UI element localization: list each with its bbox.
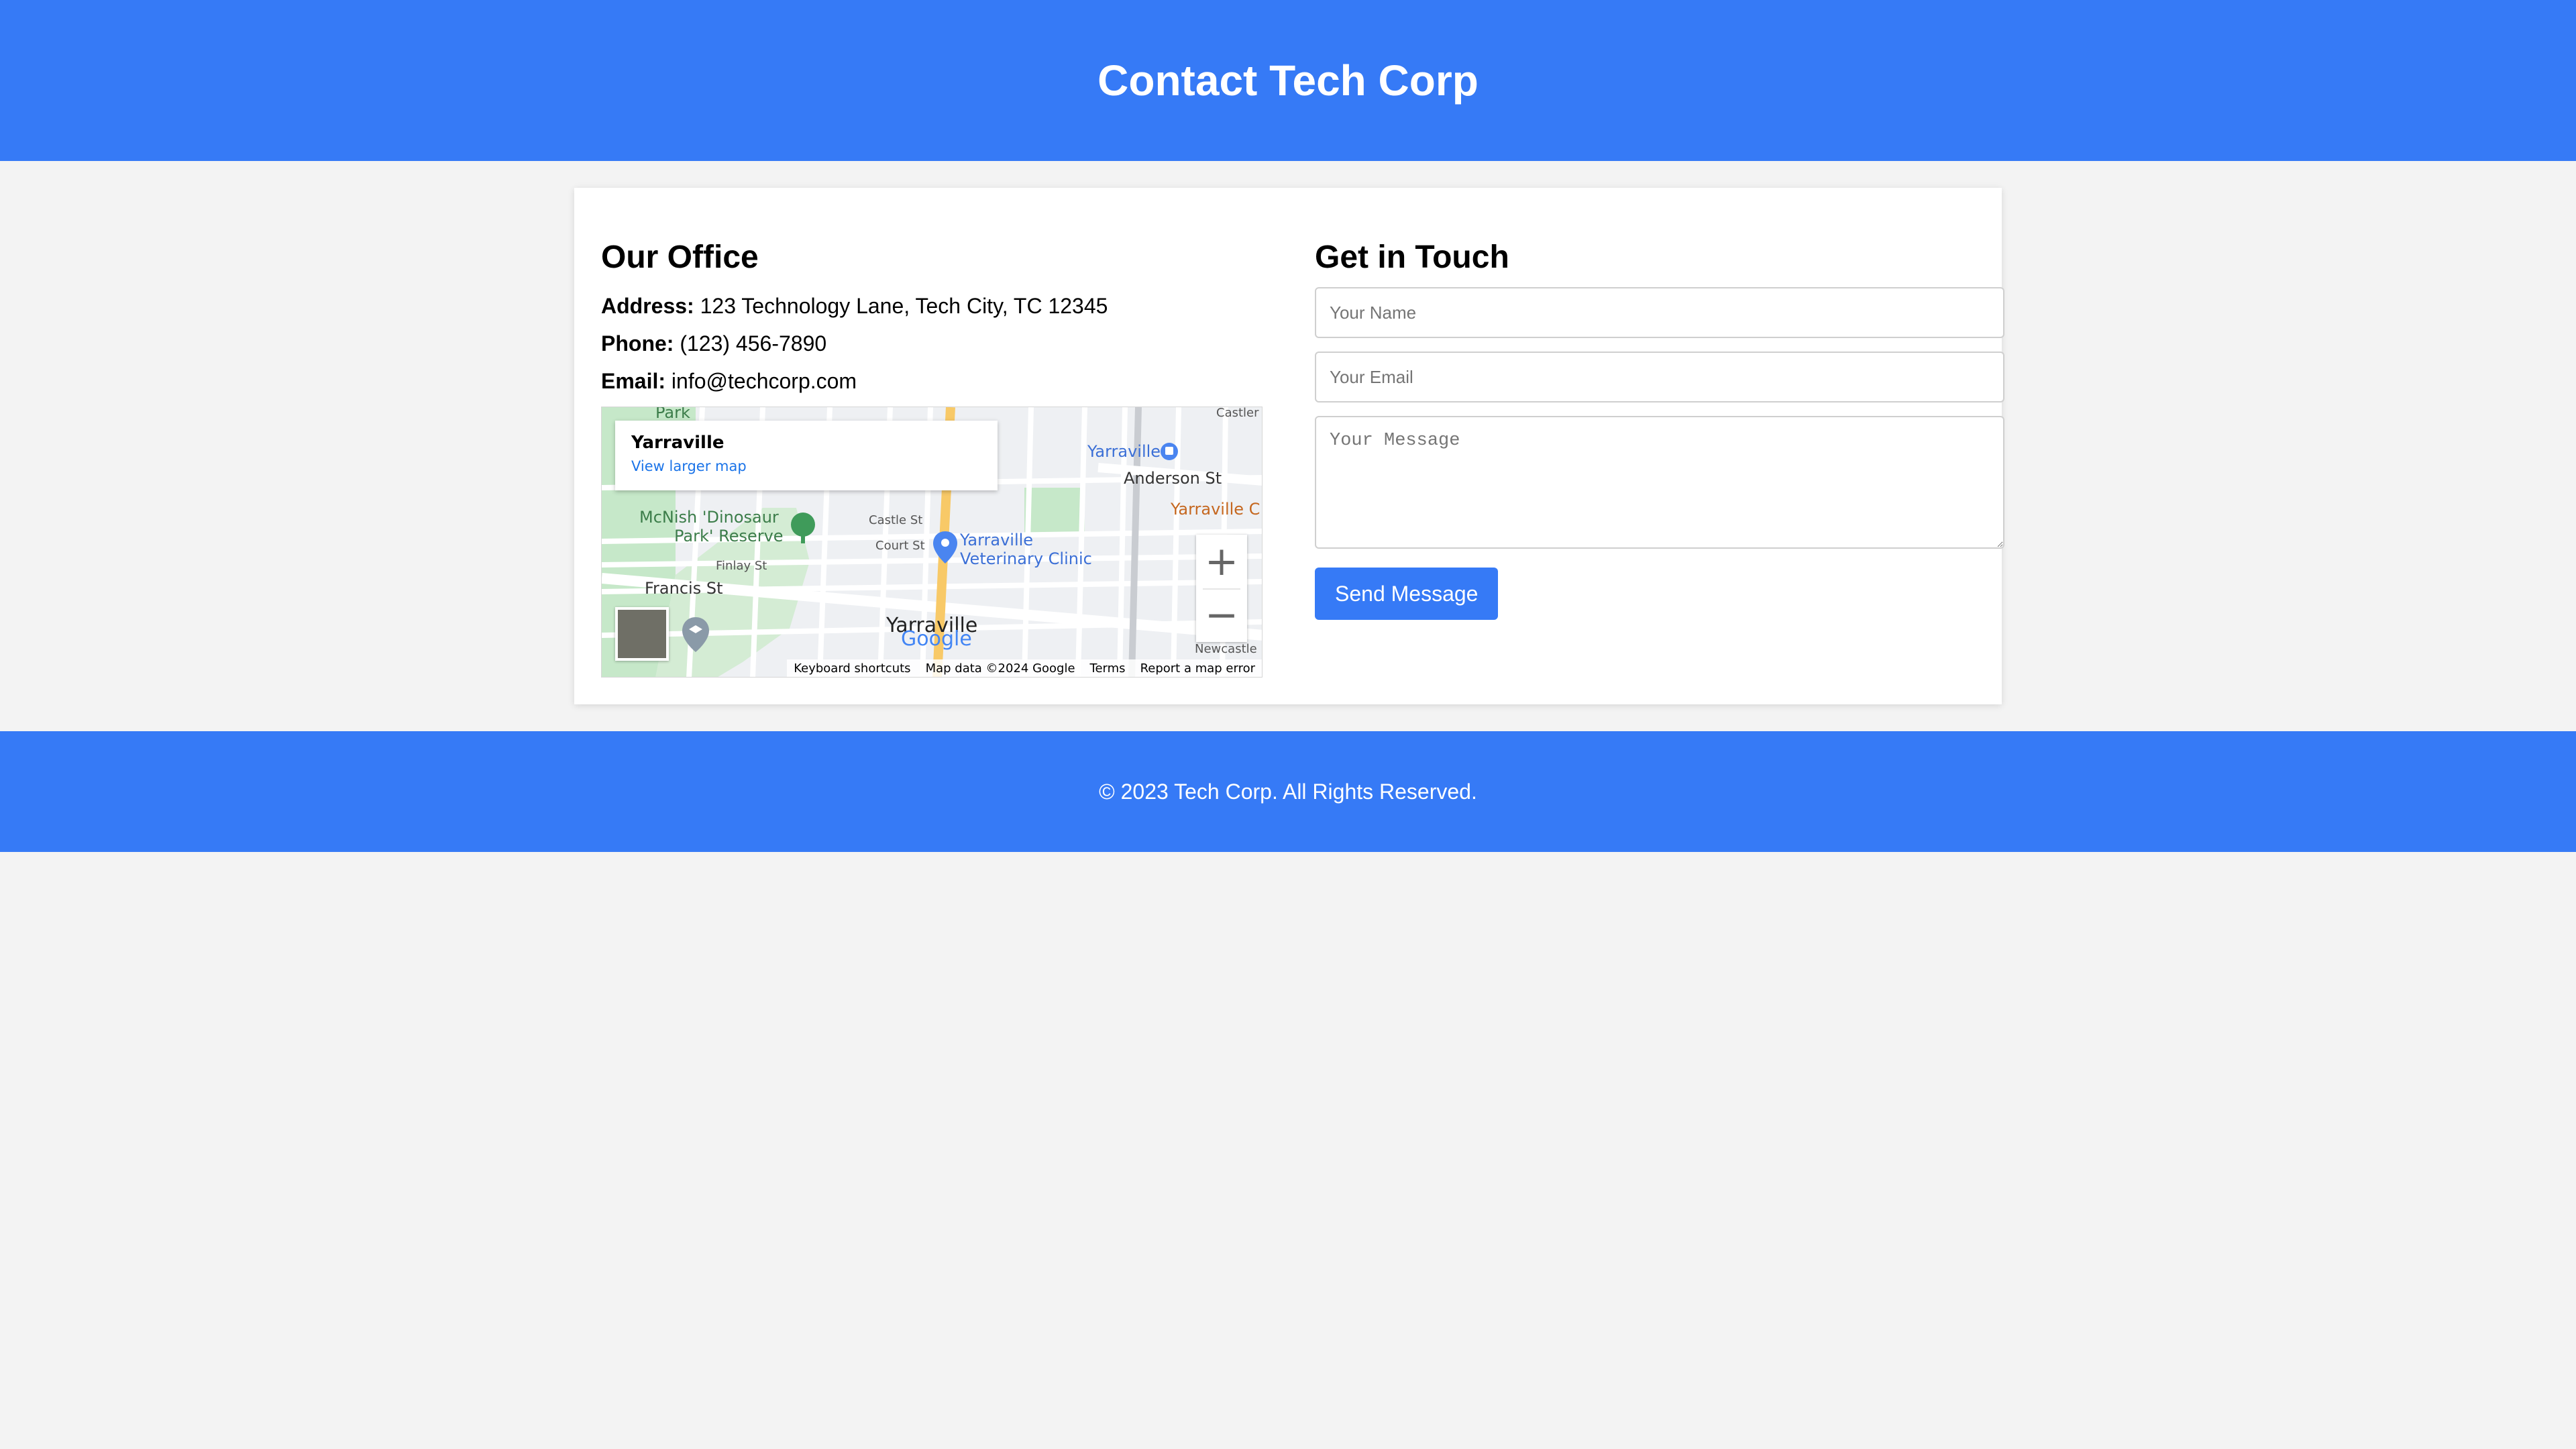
map-label-station: Yarraville <box>1087 442 1161 461</box>
map-zoom-control: + − <box>1196 535 1247 642</box>
name-input[interactable] <box>1315 287 2004 338</box>
view-larger-map-link[interactable]: View larger map <box>631 458 981 474</box>
report-error-link[interactable]: Report a map error <box>1140 661 1255 676</box>
map-label-castler: Castler <box>1216 407 1259 420</box>
satellite-toggle[interactable] <box>615 607 669 661</box>
email-input[interactable] <box>1315 352 2004 402</box>
address-line: Address: 123 Technology Lane, Tech City,… <box>601 292 1265 319</box>
phone-label: Phone: <box>601 331 674 356</box>
map-label-francis-st: Francis St <box>645 579 723 598</box>
map-data-text: Map data ©2024 Google <box>925 661 1075 676</box>
office-section: Our Office Address: 123 Technology Lane,… <box>601 239 1265 405</box>
map-label-anderson-st: Anderson St <box>1124 469 1222 488</box>
page-footer: © 2023 Tech Corp. All Rights Reserved. <box>0 731 2576 852</box>
office-heading: Our Office <box>601 239 759 275</box>
phone-value: (123) 456-7890 <box>680 331 827 356</box>
zoom-separator <box>1203 588 1240 590</box>
map-label-finlay-st: Finlay St <box>716 559 767 573</box>
phone-line: Phone: (123) 456-7890 <box>601 330 1265 357</box>
contact-heading: Get in Touch <box>1315 239 1509 275</box>
map-label-mcnish-2: Park' Reserve <box>674 527 784 545</box>
address-label: Address: <box>601 294 694 318</box>
contact-form-section: Get in Touch Send Message <box>1315 239 2004 620</box>
keyboard-shortcuts-link[interactable]: Keyboard shortcuts <box>794 661 910 676</box>
map-label-park: Park <box>655 407 690 422</box>
terms-link[interactable]: Terms <box>1090 661 1126 676</box>
zoom-out-icon[interactable]: − <box>1196 588 1247 642</box>
map-label-vet-2: Veterinary Clinic <box>960 549 1092 568</box>
map-label-castle-st: Castle St <box>869 513 923 527</box>
page-header: Contact Tech Corp <box>0 0 2576 161</box>
google-logo: Google <box>901 627 972 651</box>
footer-copyright: © 2023 Tech Corp. All Rights Reserved. <box>1099 779 1477 804</box>
message-textarea[interactable] <box>1315 416 2004 549</box>
email-line: Email: info@techcorp.com <box>601 368 1265 394</box>
zoom-in-icon[interactable]: + <box>1196 535 1247 588</box>
map-label-vet-1: Yarraville <box>960 531 1034 549</box>
google-logo-text: Google <box>901 627 972 651</box>
send-message-button[interactable]: Send Message <box>1315 568 1499 620</box>
office-map[interactable]: Park Yarraville Anderson St Yarraville C… <box>601 407 1263 678</box>
map-label-newcastle: Newcastle <box>1195 642 1257 656</box>
contact-card: Our Office Address: 123 Technology Lane,… <box>574 188 2004 704</box>
map-place-card: Yarraville View larger map <box>615 421 998 490</box>
map-label-court-st: Court St <box>875 539 925 553</box>
email-value: info@techcorp.com <box>671 369 857 393</box>
map-label-yarraville-c: Yarraville C <box>1171 500 1260 519</box>
map-label-mcnish-1: McNish 'Dinosaur <box>639 508 779 527</box>
park-area-3 <box>1024 488 1085 535</box>
page-title: Contact Tech Corp <box>1097 56 1479 105</box>
map-attribution: Keyboard shortcuts Map data ©2024 Google… <box>787 659 1262 677</box>
map-place-name: Yarraville <box>631 433 724 453</box>
address-value: 123 Technology Lane, Tech City, TC 12345 <box>700 294 1108 318</box>
email-label: Email: <box>601 369 666 393</box>
train-icon <box>1161 443 1178 460</box>
